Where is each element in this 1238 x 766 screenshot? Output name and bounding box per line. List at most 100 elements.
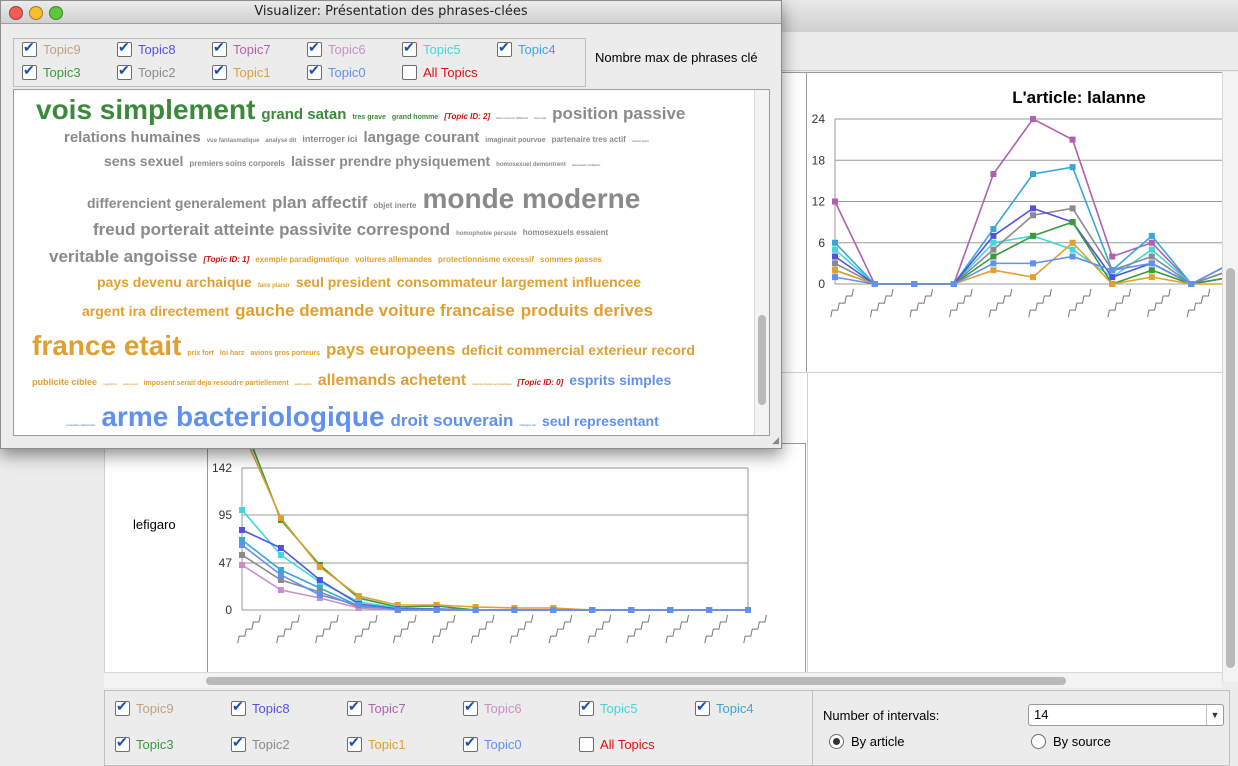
checkbox-icon[interactable] [115, 698, 130, 716]
data-point [832, 246, 838, 253]
checkbox-icon[interactable] [212, 62, 227, 80]
data-point [1069, 219, 1076, 226]
by-article-radio[interactable]: By article [829, 734, 904, 749]
max-phrases-label: Nombre max de phrases clé [595, 50, 758, 65]
radio-dot-on[interactable] [829, 734, 844, 749]
topic-checkbox-topic2[interactable]: Topic2 [117, 62, 176, 80]
topic-checkbox-topic0[interactable]: Topic0 [463, 734, 522, 752]
keyphrase: interroger ici [302, 134, 358, 144]
topic-label: Topic1 [233, 65, 271, 80]
cloud-scroll-thumb[interactable] [758, 315, 766, 405]
keyphrase: exemple paradigmatique [255, 255, 350, 264]
topic-label: Topic8 [138, 42, 176, 57]
data-point [832, 253, 838, 260]
data-point [832, 198, 838, 205]
topic-checkbox-topic8[interactable]: Topic8 [117, 39, 176, 57]
main-horizontal-scroll-thumb[interactable] [206, 677, 1066, 685]
checkbox-icon[interactable] [231, 698, 246, 716]
checkbox-icon[interactable] [463, 734, 478, 752]
topic-checkbox-topic7[interactable]: Topic7 [212, 39, 271, 57]
data-point [239, 542, 245, 548]
keyphrase: monde moderne [422, 183, 641, 214]
data-point [990, 171, 997, 177]
interval-controls: Number of intervals: 14 ▼ By article By … [812, 690, 1230, 766]
data-point [1030, 116, 1036, 122]
topic-label: Topic9 [43, 42, 81, 57]
checkbox-icon[interactable] [22, 62, 37, 80]
x-tick-mark [626, 614, 651, 644]
checkbox-icon[interactable] [463, 698, 478, 716]
keyphrase: grand satan [261, 106, 347, 123]
checkbox-icon[interactable] [115, 734, 130, 752]
topic-checkbox-topic9[interactable]: Topic9 [22, 39, 81, 57]
topic-checkbox-topic5[interactable]: Topic5 [402, 39, 461, 57]
checkbox-icon[interactable] [22, 39, 37, 57]
data-point [950, 281, 957, 287]
topic-checkbox-topic1[interactable]: Topic1 [212, 62, 271, 80]
checkbox-icon[interactable] [402, 39, 417, 57]
zoom-window-icon[interactable] [49, 6, 63, 20]
data-point [1109, 281, 1116, 287]
topic-checkbox-topic8[interactable]: Topic8 [231, 698, 290, 716]
close-window-icon[interactable] [9, 6, 23, 20]
topic-checkbox-topic9[interactable]: Topic9 [115, 698, 174, 716]
main-vertical-scroll-thumb[interactable] [1226, 268, 1235, 668]
intervals-select[interactable]: 14 ▼ [1028, 704, 1224, 726]
topic-label: Topic5 [600, 701, 638, 716]
cloud-vertical-scrollbar[interactable] [754, 90, 769, 435]
topic-checkbox-topic1[interactable]: Topic1 [347, 734, 406, 752]
checkbox-icon[interactable] [497, 39, 512, 57]
topic-label: Topic4 [716, 701, 754, 716]
chevron-down-icon[interactable]: ▼ [1206, 705, 1223, 725]
topic-checkbox-topic0[interactable]: Topic0 [307, 62, 366, 80]
chart-title: L'article: lalanne [1012, 88, 1145, 107]
checkbox-icon[interactable] [347, 698, 362, 716]
radio-dot-off[interactable] [1031, 734, 1046, 749]
topic-label: Topic6 [328, 42, 366, 57]
checkbox-icon[interactable] [579, 698, 594, 716]
data-point [990, 226, 997, 232]
checkbox-icon[interactable] [117, 39, 132, 57]
topic-checkbox-topic4[interactable]: Topic4 [695, 698, 754, 716]
checkbox-icon[interactable] [579, 737, 594, 752]
keyphrase: grand homme [391, 114, 439, 121]
topic-checkbox-topic2[interactable]: Topic2 [231, 734, 290, 752]
data-point [239, 552, 245, 558]
front-topic-panel: Topic9 Topic8 Topic7 Topic6 Topic5 Topic4 Topi… [13, 38, 586, 87]
cloud-line: france etait prix fort loi harz avions gros… [32, 330, 701, 362]
resize-grip-icon[interactable]: ◢ [772, 435, 779, 446]
x-tick-mark [1107, 288, 1132, 318]
topic-checkbox-topic6[interactable]: Topic6 [307, 39, 366, 57]
topic-checkbox-topic3[interactable]: Topic3 [115, 734, 174, 752]
checkbox-icon[interactable] [307, 39, 322, 57]
checkbox-icon[interactable] [347, 734, 362, 752]
main-vertical-scrollbar[interactable] [1222, 72, 1238, 682]
checkbox-icon[interactable] [231, 734, 246, 752]
keyphrase: aussi seul [123, 382, 138, 386]
by-source-radio[interactable]: By source [1031, 734, 1111, 749]
topic-checkbox-topic7[interactable]: Topic7 [347, 698, 406, 716]
topic-checkbox-topic3[interactable]: Topic3 [22, 62, 81, 80]
topic-checkbox-all-topics[interactable]: All Topics [579, 737, 655, 752]
topic-checkbox-all-topics[interactable]: All Topics [402, 65, 478, 80]
data-point [1188, 281, 1195, 287]
data-point [472, 607, 479, 613]
x-tick-mark [988, 288, 1013, 318]
topic-checkbox-topic5[interactable]: Topic5 [579, 698, 638, 716]
minimize-window-icon[interactable] [29, 6, 43, 20]
checkbox-icon[interactable] [307, 62, 322, 80]
checkbox-icon[interactable] [117, 62, 132, 80]
topic-checkbox-topic4[interactable]: Topic4 [497, 39, 556, 57]
checkbox-icon[interactable] [402, 65, 417, 80]
topic-checkbox-topic6[interactable]: Topic6 [463, 698, 522, 716]
data-point [316, 577, 323, 583]
keyphrase: changer vie [519, 423, 537, 427]
data-point [277, 545, 284, 551]
keyphrase: protectionnisme excessif [438, 255, 535, 264]
main-horizontal-scrollbar[interactable] [104, 672, 1222, 688]
checkbox-icon[interactable] [212, 39, 227, 57]
data-point [1148, 260, 1155, 267]
data-point [1069, 239, 1076, 246]
data-point [832, 260, 838, 267]
checkbox-icon[interactable] [695, 698, 710, 716]
